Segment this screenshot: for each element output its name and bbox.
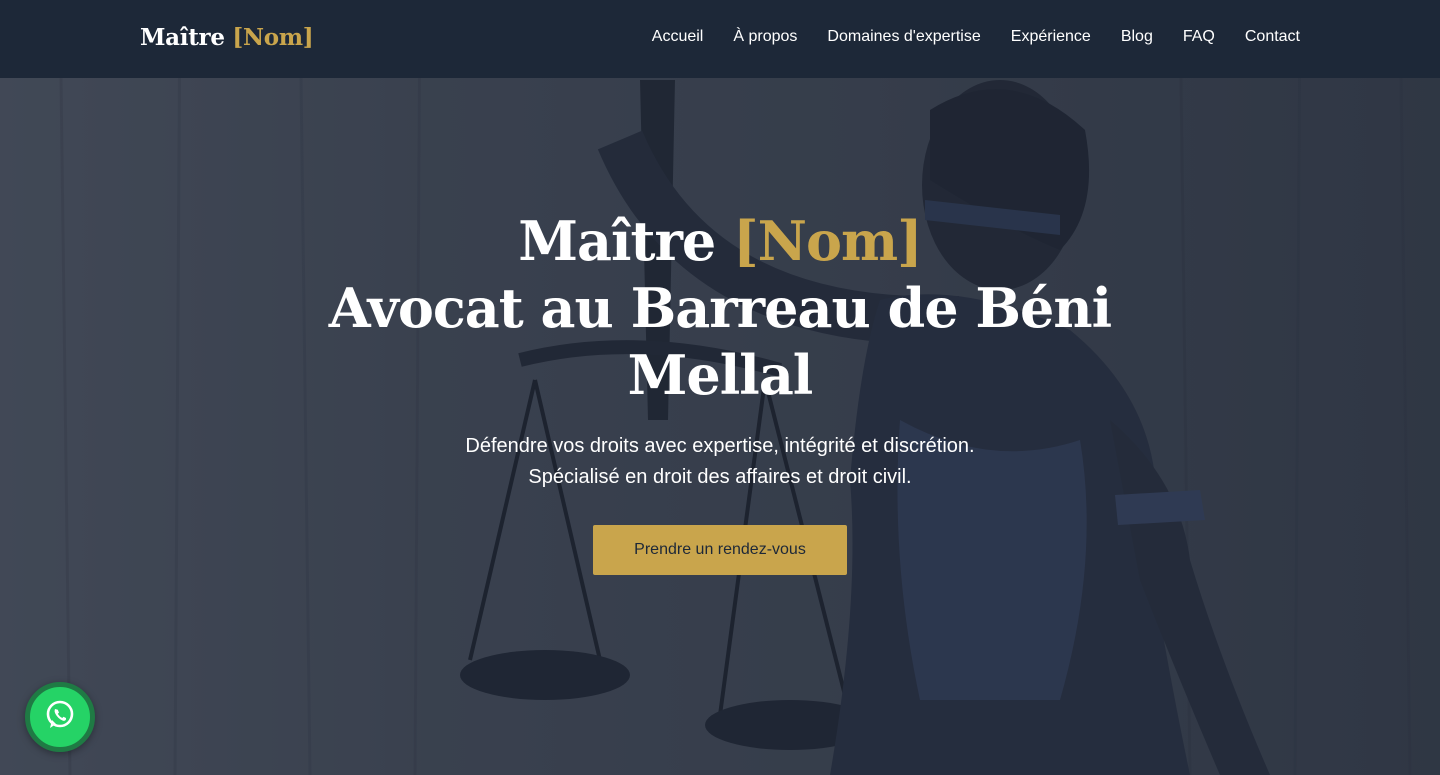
hero-subtitle: Défendre vos droits avec expertise, inté… (320, 431, 1120, 493)
nav-link-experience[interactable]: Expérience (1011, 28, 1091, 45)
nav-link-a-propos[interactable]: À propos (733, 28, 797, 45)
nav-link-blog[interactable]: Blog (1121, 28, 1153, 45)
nav-link-accueil[interactable]: Accueil (652, 28, 704, 45)
hero-title-prefix: Maître (518, 209, 734, 273)
hero-subtitle-line1: Défendre vos droits avec expertise, inté… (465, 435, 975, 457)
main-nav: Accueil À propos Domaines d'expertise Ex… (652, 28, 1300, 46)
hero-subtitle-line2: Spécialisé en droit des affaires et droi… (528, 466, 912, 488)
navbar: Maître [Nom] Accueil À propos Domaines d… (0, 0, 1440, 78)
whatsapp-icon (43, 698, 77, 737)
logo-accent: [Nom] (232, 24, 314, 51)
appointment-button[interactable]: Prendre un rendez-vous (593, 525, 847, 575)
nav-link-contact[interactable]: Contact (1245, 28, 1300, 45)
whatsapp-button[interactable] (25, 682, 95, 752)
hero-title-accent: [Nom] (733, 209, 923, 273)
nav-link-domaines-expertise[interactable]: Domaines d'expertise (827, 28, 980, 45)
page: Maître [Nom] Accueil À propos Domaines d… (0, 0, 1440, 775)
hero-section: Maître [Nom] Avocat au Barreau de Béni Me… (320, 208, 1120, 575)
hero-title: Maître [Nom] Avocat au Barreau de Béni Me… (320, 208, 1120, 409)
hero-title-role: Avocat au Barreau de Béni Mellal (328, 276, 1112, 407)
logo-text: Maître (140, 24, 233, 51)
nav-link-faq[interactable]: FAQ (1183, 28, 1215, 45)
site-logo[interactable]: Maître [Nom] (140, 24, 314, 51)
